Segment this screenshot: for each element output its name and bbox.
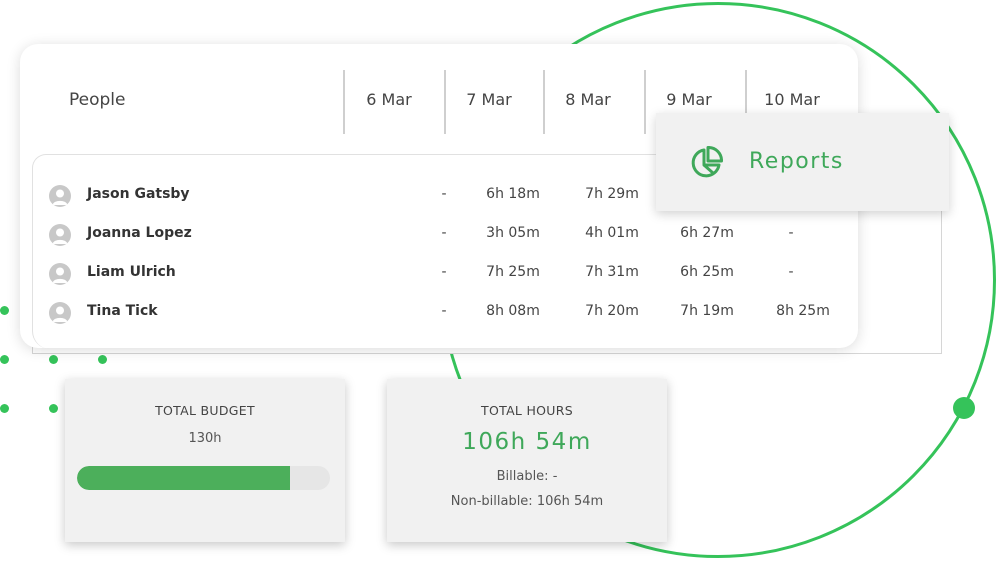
date-column-header[interactable]: 7 Mar — [439, 90, 539, 109]
person-name[interactable]: Jason Gatsby — [87, 186, 190, 202]
person-name[interactable]: Tina Tick — [87, 303, 158, 319]
decorative-circle-dot — [953, 397, 975, 419]
time-cell: - — [788, 225, 794, 241]
user-icon — [52, 228, 68, 244]
avatar — [49, 185, 71, 207]
reports-label: Reports — [749, 149, 844, 174]
date-column-header[interactable]: 8 Mar — [538, 90, 638, 109]
time-cell: 6h 18m — [486, 186, 540, 202]
total-budget-title: TOTAL BUDGET — [155, 403, 255, 418]
table-row[interactable]: Joanna Lopez - 3h 05m 4h 01m 6h 27m - — [33, 222, 859, 252]
time-cell: 7h 29m — [585, 186, 639, 202]
table-row[interactable]: Liam Ulrich - 7h 25m 7h 31m 6h 25m - — [33, 261, 859, 291]
avatar — [49, 224, 71, 246]
billable-hours: Billable: - — [496, 469, 558, 484]
table-row[interactable]: Tina Tick - 8h 08m 7h 20m 7h 19m 8h 25m — [33, 300, 859, 330]
user-icon — [52, 267, 68, 283]
people-column-header: People — [69, 90, 126, 110]
time-cell: 8h 08m — [486, 303, 540, 319]
avatar — [49, 263, 71, 285]
time-cell: 3h 05m — [486, 225, 540, 241]
user-icon — [52, 189, 68, 205]
total-hours-card: TOTAL HOURS 106h 54m Billable: - Non-bil… — [387, 379, 667, 542]
time-cell: 8h 25m — [776, 303, 830, 319]
time-cell: 7h 31m — [585, 264, 639, 280]
total-budget-card: TOTAL BUDGET 130h — [65, 379, 345, 542]
decorative-dot — [0, 404, 9, 413]
time-cell: - — [788, 264, 794, 280]
budget-progress-fill — [77, 466, 290, 490]
user-icon — [52, 306, 68, 322]
time-cell: 7h 19m — [680, 303, 734, 319]
decorative-dot — [98, 355, 107, 364]
time-cell: 7h 25m — [486, 264, 540, 280]
avatar — [49, 302, 71, 324]
date-column-header[interactable]: 9 Mar — [639, 90, 739, 109]
reports-button[interactable]: Reports — [656, 113, 949, 211]
time-cell: 4h 01m — [585, 225, 639, 241]
total-hours-value: 106h 54m — [462, 429, 592, 455]
decorative-dot — [49, 404, 58, 413]
decorative-dot — [0, 355, 9, 364]
person-name[interactable]: Joanna Lopez — [87, 225, 192, 241]
non-billable-hours: Non-billable: 106h 54m — [450, 494, 604, 509]
total-budget-value: 130h — [188, 431, 222, 446]
decorative-dot — [0, 306, 9, 315]
person-name[interactable]: Liam Ulrich — [87, 264, 176, 280]
decorative-dot — [49, 355, 58, 364]
date-column-header[interactable]: 6 Mar — [339, 90, 439, 109]
budget-progress-bar — [77, 466, 330, 490]
time-cell: 7h 20m — [585, 303, 639, 319]
pie-chart-icon — [689, 146, 723, 184]
date-column-header[interactable]: 10 Mar — [742, 90, 842, 109]
total-hours-title: TOTAL HOURS — [481, 403, 573, 418]
